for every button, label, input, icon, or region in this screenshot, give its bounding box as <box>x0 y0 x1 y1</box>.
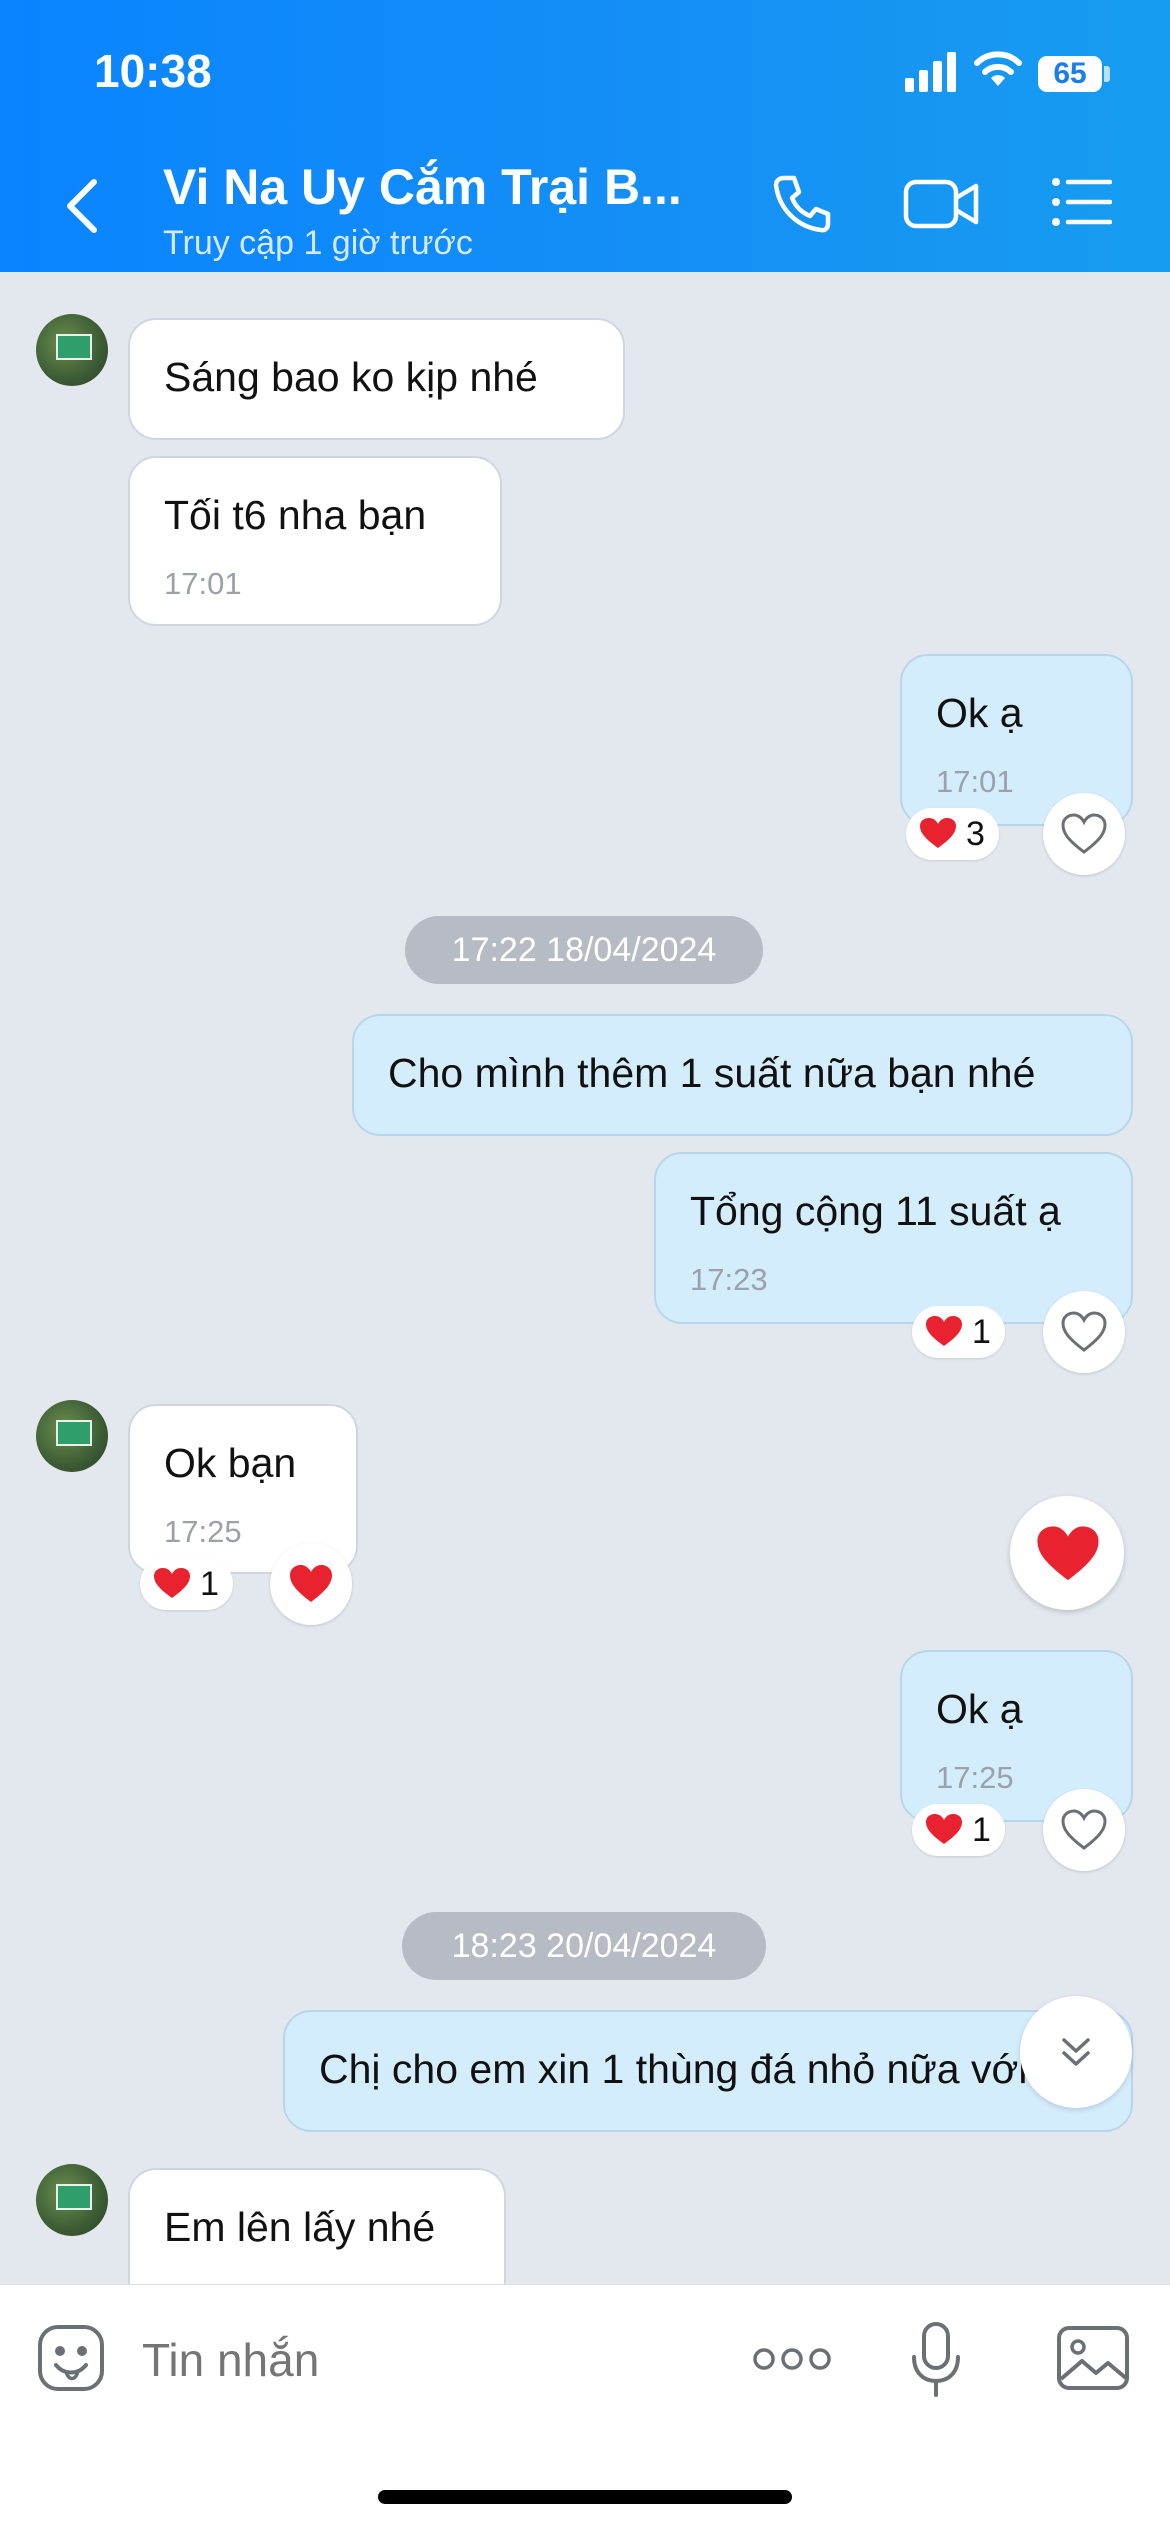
reaction-number: 1 <box>972 1811 991 1849</box>
message-text: Chị cho em xin 1 thùng đá nhỏ nữa với <box>319 2046 1028 2092</box>
react-button[interactable] <box>1043 1789 1125 1871</box>
last-seen-status: Truy cập 1 giờ trước <box>163 224 473 262</box>
back-icon[interactable] <box>62 176 102 236</box>
message-time: 17:01 <box>936 764 1014 799</box>
heart-icon <box>926 1814 962 1844</box>
message-time: 17:23 <box>690 1262 768 1297</box>
reaction-number: 1 <box>972 1313 991 1351</box>
reaction-count[interactable]: 1 <box>140 1558 233 1610</box>
wifi-icon <box>974 51 1022 86</box>
phone-icon[interactable] <box>770 172 834 236</box>
message-text: Cho mình thêm 1 suất nữa bạn nhé <box>388 1050 1036 1096</box>
incoming-message[interactable]: Sáng bao ko kịp nhé <box>128 318 625 440</box>
quick-heart-button[interactable] <box>1010 1496 1124 1610</box>
reaction-count[interactable]: 1 <box>912 1306 1005 1358</box>
react-button[interactable] <box>1043 793 1125 875</box>
reaction-number: 1 <box>200 1565 219 1603</box>
heart-outline-icon <box>1061 1809 1107 1850</box>
message-text: Ok ạ <box>936 1686 1023 1732</box>
react-button[interactable] <box>270 1543 352 1625</box>
more-icon[interactable] <box>752 2341 832 2377</box>
message-time: 17:01 <box>164 566 242 601</box>
message-text: Tối t6 nha bạn <box>164 492 427 538</box>
reaction-count[interactable]: 3 <box>906 808 999 860</box>
menu-list-icon[interactable] <box>1050 172 1112 232</box>
chat-header: 10:38 65 Vi Na Uy Cắm Trại B... Truy cập… <box>0 0 1170 272</box>
message-text: Tổng cộng 11 suất ạ <box>690 1188 1061 1234</box>
battery-indicator: 65 <box>1038 56 1102 92</box>
reaction-count[interactable]: 1 <box>912 1804 1005 1856</box>
microphone-icon[interactable] <box>910 2321 962 2399</box>
heart-icon <box>154 1568 190 1598</box>
reaction-number: 3 <box>966 815 985 853</box>
message-text: Em lên lấy nhé <box>164 2204 436 2250</box>
heart-icon <box>1037 1526 1099 1581</box>
message-text: Ok bạn <box>164 1440 297 1486</box>
scroll-to-bottom-button[interactable] <box>1020 1996 1132 2108</box>
message-time: 17:25 <box>164 1514 242 1549</box>
message-input[interactable] <box>142 2333 722 2387</box>
heart-outline-icon <box>1061 1311 1107 1352</box>
chat-title[interactable]: Vi Na Uy Cắm Trại B... <box>163 158 682 216</box>
message-text: Ok ạ <box>936 690 1023 736</box>
emoji-icon[interactable] <box>36 2323 106 2393</box>
status-time: 10:38 <box>94 45 212 97</box>
image-icon[interactable] <box>1056 2325 1130 2391</box>
avatar[interactable] <box>36 314 108 386</box>
outgoing-message[interactable]: Chị cho em xin 1 thùng đá nhỏ nữa với <box>283 2010 1133 2132</box>
home-indicator <box>378 2490 792 2504</box>
outgoing-message[interactable]: Cho mình thêm 1 suất nữa bạn nhé <box>352 1014 1133 1136</box>
cellular-signal-icon <box>905 52 956 92</box>
date-separator: 18:23 20/04/2024 <box>402 1912 766 1980</box>
heart-icon <box>926 1316 962 1346</box>
heart-icon <box>290 1565 332 1602</box>
battery-tip <box>1104 66 1110 82</box>
message-time: 17:25 <box>936 1760 1014 1795</box>
video-call-icon[interactable] <box>902 172 980 236</box>
avatar[interactable] <box>36 2164 108 2236</box>
chevrons-down-icon <box>1062 2038 1090 2066</box>
date-separator: 17:22 18/04/2024 <box>405 916 763 984</box>
heart-outline-icon <box>1061 813 1107 854</box>
heart-icon <box>920 818 956 848</box>
message-text: Sáng bao ko kịp nhé <box>164 354 538 400</box>
react-button[interactable] <box>1043 1291 1125 1373</box>
avatar[interactable] <box>36 1400 108 1472</box>
incoming-message[interactable]: Tối t6 nha bạn 17:01 <box>128 456 502 626</box>
